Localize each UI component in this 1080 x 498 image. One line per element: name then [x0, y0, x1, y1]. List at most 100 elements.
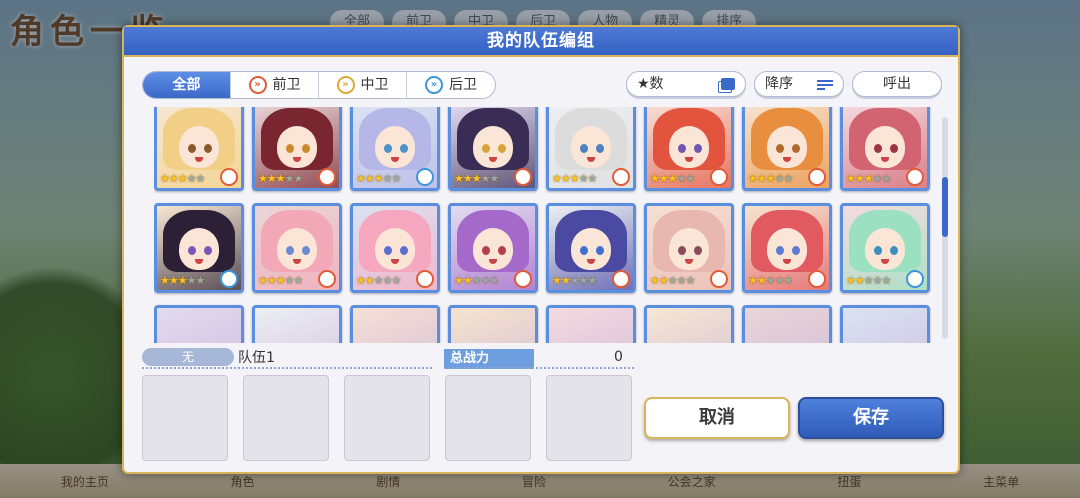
character-card[interactable]: ★★★★★	[252, 203, 342, 293]
character-card[interactable]: ★★★★★	[448, 203, 538, 293]
eye-shape	[188, 246, 196, 255]
divider	[142, 367, 432, 369]
character-card[interactable]	[742, 305, 832, 343]
eye-shape	[384, 144, 392, 153]
eye-shape	[302, 246, 310, 255]
eye-shape	[286, 246, 294, 255]
rarity-stars: ★★★★★	[846, 172, 891, 185]
rarity-stars: ★★★★★	[160, 172, 205, 185]
eye-shape	[400, 246, 408, 255]
eye-shape	[678, 246, 686, 255]
party-slot-1[interactable]	[142, 375, 228, 461]
divider	[444, 367, 634, 369]
eye-shape	[384, 246, 392, 255]
back-role-icon: »	[425, 76, 443, 94]
team-formation-dialog: 我的队伍编组 全部 » 前卫 » 中卫 » 后卫 ★数 降序 呼出 ★★★★★ …	[122, 25, 960, 474]
rarity-stars: ★★★★★	[650, 172, 695, 185]
character-card[interactable]	[154, 305, 244, 343]
eye-shape	[874, 144, 882, 153]
character-card[interactable]: ★★★★★	[448, 107, 538, 191]
eye-shape	[874, 246, 882, 255]
rarity-stars: ★★★★★	[748, 172, 793, 185]
character-card[interactable]	[350, 305, 440, 343]
front-role-icon: »	[248, 76, 267, 94]
character-card[interactable]: ★★★★★	[546, 203, 636, 293]
party-name: 队伍1	[238, 350, 275, 366]
party-role-label: 无	[142, 348, 234, 366]
character-card[interactable]: ★★★★★	[742, 107, 832, 191]
character-card[interactable]	[644, 305, 734, 343]
party-slot-3[interactable]	[344, 375, 430, 461]
eye-shape	[204, 246, 212, 255]
front-position-icon	[612, 168, 630, 186]
character-card[interactable]: ★★★★★	[546, 107, 636, 191]
save-button[interactable]: 保存	[798, 397, 944, 439]
role-filter-bar: 全部 » 前卫 » 中卫 » 后卫	[142, 71, 496, 99]
front-position-icon	[808, 168, 826, 186]
rarity-stars: ★★★★★	[650, 274, 695, 287]
character-card[interactable]: ★★★★★	[154, 107, 244, 191]
character-card[interactable]: ★★★★★	[644, 107, 734, 191]
dialog-title: 我的队伍编组	[124, 27, 958, 57]
character-card[interactable]	[546, 305, 636, 343]
character-card[interactable]: ★★★★★	[350, 203, 440, 293]
character-card[interactable]: ★★★★★	[154, 203, 244, 293]
cancel-button[interactable]: 取消	[644, 397, 790, 439]
rarity-stars: ★★★★★	[552, 274, 597, 287]
eye-shape	[890, 246, 898, 255]
rarity-stars: ★★★★★	[846, 274, 891, 287]
scrollbar-thumb[interactable]	[942, 177, 948, 237]
rarity-stars: ★★★★★	[552, 172, 597, 185]
filter-tab-label: 中卫	[360, 77, 389, 93]
character-card[interactable]: ★★★★★	[350, 107, 440, 191]
stars-button-label: ★数	[637, 76, 664, 92]
filter-tab-middle[interactable]: » 中卫	[319, 72, 407, 98]
eye-shape	[204, 144, 212, 153]
back-position-icon	[416, 168, 434, 186]
filter-tab-all[interactable]: 全部	[143, 72, 231, 98]
character-card[interactable]: ★★★★★	[840, 203, 930, 293]
filter-tab-label: 前卫	[272, 77, 301, 93]
sort-button-label: 降序	[765, 76, 793, 92]
front-position-icon	[612, 270, 630, 288]
eye-shape	[482, 246, 490, 255]
eye-shape	[302, 144, 310, 153]
grid-scrollbar[interactable]	[942, 117, 948, 339]
rarity-stars: ★★★★★	[748, 274, 793, 287]
character-card[interactable]: ★★★★★	[252, 107, 342, 191]
filter-tab-label: 全部	[172, 77, 201, 93]
eye-shape	[498, 144, 506, 153]
filter-stars-button[interactable]: ★数	[626, 71, 746, 97]
eye-shape	[792, 144, 800, 153]
character-card[interactable]: ★★★★★	[742, 203, 832, 293]
eye-shape	[776, 246, 784, 255]
character-card[interactable]: ★★★★★	[840, 107, 930, 191]
party-slot-2[interactable]	[243, 375, 329, 461]
sort-order-button[interactable]: 降序	[754, 71, 844, 97]
call-out-button[interactable]: 呼出	[852, 71, 942, 97]
front-position-icon	[710, 168, 728, 186]
eye-shape	[580, 144, 588, 153]
front-position-icon	[808, 270, 826, 288]
party-slot-5[interactable]	[546, 375, 632, 461]
character-grid-scroll[interactable]: ★★★★★ ★★★★★ ★★★★★ ★★★★★ ★★★★★ ★★★★★ ★★★★…	[154, 107, 944, 343]
party-slot-4[interactable]	[445, 375, 531, 461]
total-power-label: 总战力	[444, 349, 534, 369]
character-card[interactable]	[448, 305, 538, 343]
character-card[interactable]	[840, 305, 930, 343]
back-position-icon	[220, 270, 238, 288]
filter-tab-label: 后卫	[449, 77, 477, 93]
eye-shape	[776, 144, 784, 153]
filter-tab-front[interactable]: » 前卫	[231, 72, 319, 98]
eye-shape	[286, 144, 294, 153]
filter-tab-back[interactable]: » 后卫	[407, 72, 495, 98]
eye-shape	[678, 144, 686, 153]
front-position-icon	[906, 168, 924, 186]
character-card[interactable]	[252, 305, 342, 343]
character-card[interactable]: ★★★★★	[644, 203, 734, 293]
eye-shape	[498, 246, 506, 255]
rarity-stars: ★★★★★	[258, 274, 303, 287]
eye-shape	[694, 144, 702, 153]
call-button-label: 呼出	[883, 76, 911, 92]
middle-role-icon: »	[336, 76, 355, 94]
